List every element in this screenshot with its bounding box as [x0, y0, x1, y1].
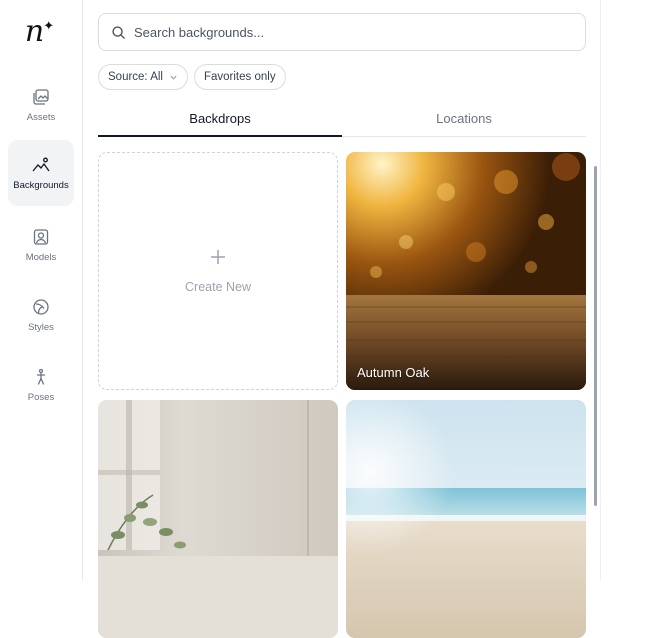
search-box[interactable]: [98, 13, 586, 51]
create-new-card[interactable]: Create New: [98, 152, 338, 390]
create-new-label: Create New: [185, 280, 251, 294]
beach-thumbnail: [346, 400, 586, 638]
sidebar-item-styles[interactable]: Styles: [8, 282, 74, 348]
panel-divider: [600, 0, 601, 580]
backdrop-card-marble[interactable]: [98, 400, 338, 638]
plus-icon: [211, 250, 225, 264]
landscape-icon: [32, 157, 50, 171]
palette-icon: [33, 298, 49, 315]
portrait-icon: [33, 228, 49, 245]
sidebar-item-label: Models: [25, 251, 57, 263]
autumn-oak-thumbnail: [346, 152, 586, 390]
favorites-only-label: Favorites only: [203, 71, 276, 83]
scrollbar[interactable]: [594, 166, 597, 506]
main-panel: Source: All Favorites only Backdrops Loc…: [98, 0, 586, 638]
backdrop-card-label: Autumn Oak: [357, 365, 430, 380]
tab-locations[interactable]: Locations: [342, 100, 586, 136]
marble-wall-thumbnail: [98, 400, 338, 638]
app-logo[interactable]: n ✦: [20, 14, 60, 50]
sidebar-item-poses[interactable]: Poses: [8, 352, 74, 418]
backdrop-card-beach[interactable]: [346, 400, 586, 638]
tab-bar: Backdrops Locations: [98, 100, 586, 137]
backdrop-card-autumn-oak[interactable]: Autumn Oak: [346, 152, 586, 390]
search-icon: [112, 25, 125, 39]
sidebar: n ✦ Assets Backgrounds Models Styles Pos…: [0, 0, 83, 580]
source-filter-label: Source: All: [108, 71, 163, 83]
sidebar-item-label: Backgrounds: [13, 179, 69, 191]
filter-bar: Source: All Favorites only: [98, 64, 286, 90]
sparkle-icon: ✦: [43, 18, 55, 33]
source-filter-dropdown[interactable]: Source: All: [98, 64, 188, 90]
sidebar-item-label: Poses: [27, 391, 55, 403]
logo-letter: n: [24, 14, 45, 49]
sidebar-item-label: Assets: [26, 111, 56, 123]
favorites-only-toggle[interactable]: Favorites only: [193, 64, 286, 90]
image-icon: [33, 88, 49, 105]
sidebar-item-backgrounds[interactable]: Backgrounds: [8, 140, 74, 206]
sidebar-item-assets[interactable]: Assets: [8, 72, 74, 138]
tab-backdrops[interactable]: Backdrops: [98, 100, 342, 137]
sidebar-item-models[interactable]: Models: [8, 212, 74, 278]
chevron-down-icon: [170, 75, 177, 80]
sidebar-item-label: Styles: [28, 321, 54, 333]
search-input[interactable]: [134, 24, 585, 40]
figure-icon: [36, 368, 46, 385]
